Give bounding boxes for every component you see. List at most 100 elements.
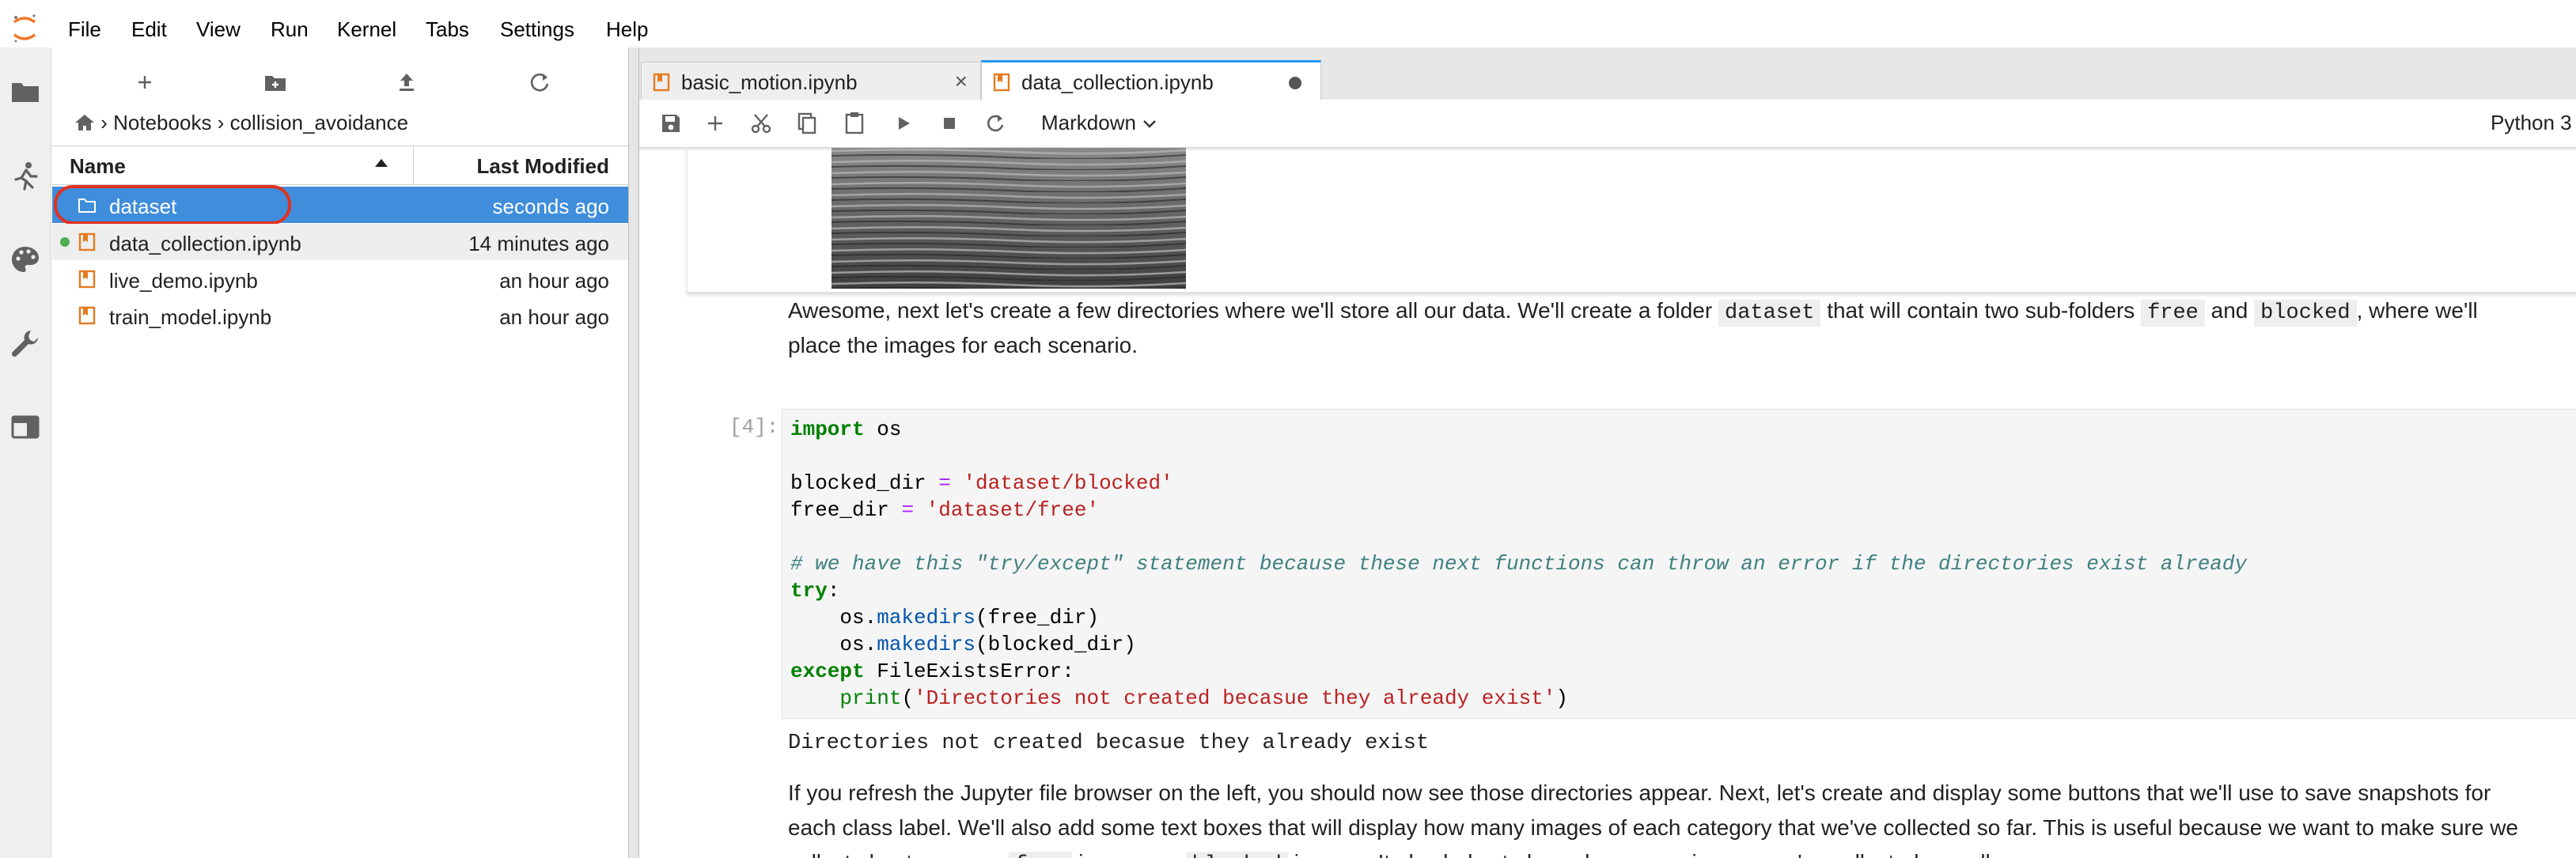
- notebook-icon: [78, 270, 96, 289]
- tab-basic-motion[interactable]: basic_motion.ipynb ×: [641, 62, 981, 101]
- inline-code: blocked: [1185, 852, 1288, 858]
- code-token: ): [1555, 686, 1568, 710]
- upload-icon[interactable]: [389, 65, 424, 100]
- markdown-paragraph-line: place the images for each scenario.: [788, 333, 1138, 357]
- menu-run[interactable]: Run: [271, 17, 309, 42]
- notebook-icon: [78, 306, 96, 325]
- tab-label: data_collection.ipynb: [1021, 70, 1214, 94]
- file-browser: › Notebooks › collision_avoidance Name L…: [52, 47, 628, 858]
- run-icon[interactable]: [889, 109, 918, 138]
- restart-icon[interactable]: [981, 109, 1010, 138]
- new-folder-icon[interactable]: [258, 65, 293, 100]
- kernel-name[interactable]: Python 3: [2491, 111, 2572, 135]
- menu-help[interactable]: Help: [606, 17, 648, 42]
- code-token: (blocked_dir): [975, 633, 1136, 656]
- code-line: blocked_dir = 'dataset/blocked': [790, 471, 1173, 495]
- new-launcher-icon[interactable]: [127, 65, 162, 100]
- markdown-paragraph: Awesome, next let's create a few directo…: [788, 293, 2478, 331]
- column-divider[interactable]: [413, 146, 414, 184]
- file-row-train-model[interactable]: train_model.ipynb an hour ago: [52, 297, 628, 334]
- menu-edit[interactable]: Edit: [131, 17, 167, 42]
- code-token: os.: [790, 606, 877, 629]
- save-icon[interactable]: [657, 109, 685, 138]
- panel-splitter[interactable]: [628, 47, 639, 858]
- code-token: blocked_dir: [790, 471, 939, 495]
- inline-code: blocked: [2254, 300, 2357, 327]
- cell-type-value: Markdown: [1041, 111, 1136, 134]
- code-line: except FileExistsError:: [790, 660, 1074, 683]
- code-token: (: [901, 686, 915, 710]
- jupyter-logo-icon: [13, 14, 36, 43]
- file-modified: seconds ago: [492, 195, 609, 218]
- menu-kernel[interactable]: Kernel: [337, 17, 396, 42]
- tabs-icon[interactable]: [9, 411, 41, 443]
- code-line: print('Directories not created becasue t…: [790, 686, 1568, 710]
- notebook-icon: [78, 232, 96, 251]
- file-name: live_demo.ipynb: [109, 269, 258, 293]
- stop-icon[interactable]: [935, 109, 964, 138]
- file-modified: an hour ago: [499, 269, 609, 293]
- home-icon[interactable]: [74, 113, 95, 132]
- copy-icon[interactable]: [793, 109, 821, 138]
- folder-icon[interactable]: [9, 76, 41, 108]
- file-modified: an hour ago: [499, 305, 609, 329]
- keyword: except: [790, 660, 865, 683]
- md-text: and: [2204, 298, 2255, 323]
- code-cell-editor[interactable]: import os blocked_dir = 'dataset/blocked…: [782, 409, 2576, 719]
- file-row-data-collection[interactable]: data_collection.ipynb 14 minutes ago: [52, 224, 628, 260]
- menu-view[interactable]: View: [196, 17, 241, 42]
- code-token: free_dir: [790, 498, 902, 522]
- add-cell-icon[interactable]: [701, 109, 729, 138]
- file-row-live-demo[interactable]: live_demo.ipynb an hour ago: [52, 261, 628, 297]
- notebook-toolbar: Markdown Python 3: [639, 100, 2576, 148]
- tab-data-collection[interactable]: data_collection.ipynb: [981, 60, 1321, 101]
- code-token: os: [864, 418, 902, 441]
- cut-icon[interactable]: [747, 109, 775, 138]
- string-literal: 'dataset/free': [914, 498, 1100, 522]
- markdown-paragraph-line: If you refresh the Jupyter file browser …: [788, 781, 2491, 805]
- code-token: os.: [790, 633, 877, 656]
- notebook-icon: [993, 73, 1010, 92]
- tab-label: basic_motion.ipynb: [681, 70, 858, 94]
- palette-icon[interactable]: [9, 244, 41, 275]
- menu-settings[interactable]: Settings: [500, 17, 574, 42]
- md-text: images. It also helps to know how many i…: [1288, 850, 1997, 858]
- markdown-paragraph: collect about as many free images as blo…: [788, 845, 1997, 858]
- menu-tabs[interactable]: Tabs: [426, 17, 469, 42]
- builtin-function: print: [839, 686, 902, 710]
- inline-code: free: [2141, 300, 2205, 327]
- close-icon[interactable]: ×: [955, 69, 968, 94]
- image-output-cell[interactable]: [687, 148, 2576, 293]
- file-modified: 14 minutes ago: [468, 232, 609, 255]
- keyword: try: [790, 579, 828, 603]
- main-area: basic_motion.ipynb × data_collection.ipy…: [639, 47, 2576, 858]
- breadcrumb-collision-avoidance[interactable]: collision_avoidance: [230, 111, 408, 134]
- sort-ascending-icon[interactable]: [375, 159, 388, 167]
- string-literal: 'Directories not created becasue they al…: [914, 686, 1556, 710]
- inline-code: free: [1008, 852, 1073, 858]
- code-line: os.makedirs(blocked_dir): [790, 633, 1136, 656]
- code-token: FileExistsError:: [864, 660, 1074, 683]
- breadcrumb-notebooks[interactable]: Notebooks: [113, 111, 211, 134]
- unsaved-indicator-icon[interactable]: [1289, 77, 1301, 89]
- code-line: os.makedirs(free_dir): [790, 606, 1099, 629]
- running-icon[interactable]: [9, 160, 41, 191]
- inline-code: dataset: [1718, 300, 1821, 327]
- keyword: import: [790, 418, 865, 441]
- function-name: makedirs: [877, 606, 976, 629]
- breadcrumb-separator: ›: [217, 111, 225, 134]
- markdown-paragraph-line: each class label. We'll also add some te…: [788, 815, 2518, 840]
- code-token: :: [827, 579, 840, 603]
- paste-icon[interactable]: [840, 109, 869, 138]
- highlight-annotation: [54, 185, 291, 225]
- wrench-icon[interactable]: [9, 327, 41, 359]
- file-name: data_collection.ipynb: [109, 232, 301, 255]
- column-last-modified[interactable]: Last Modified: [476, 154, 609, 179]
- column-name[interactable]: Name: [70, 154, 126, 179]
- cell-type-dropdown[interactable]: Markdown: [1041, 111, 1157, 135]
- code-line: import os: [790, 418, 901, 441]
- refresh-icon[interactable]: [522, 65, 557, 100]
- menu-file[interactable]: File: [68, 17, 101, 42]
- notebook-content: Awesome, next let's create a few directo…: [639, 148, 2576, 858]
